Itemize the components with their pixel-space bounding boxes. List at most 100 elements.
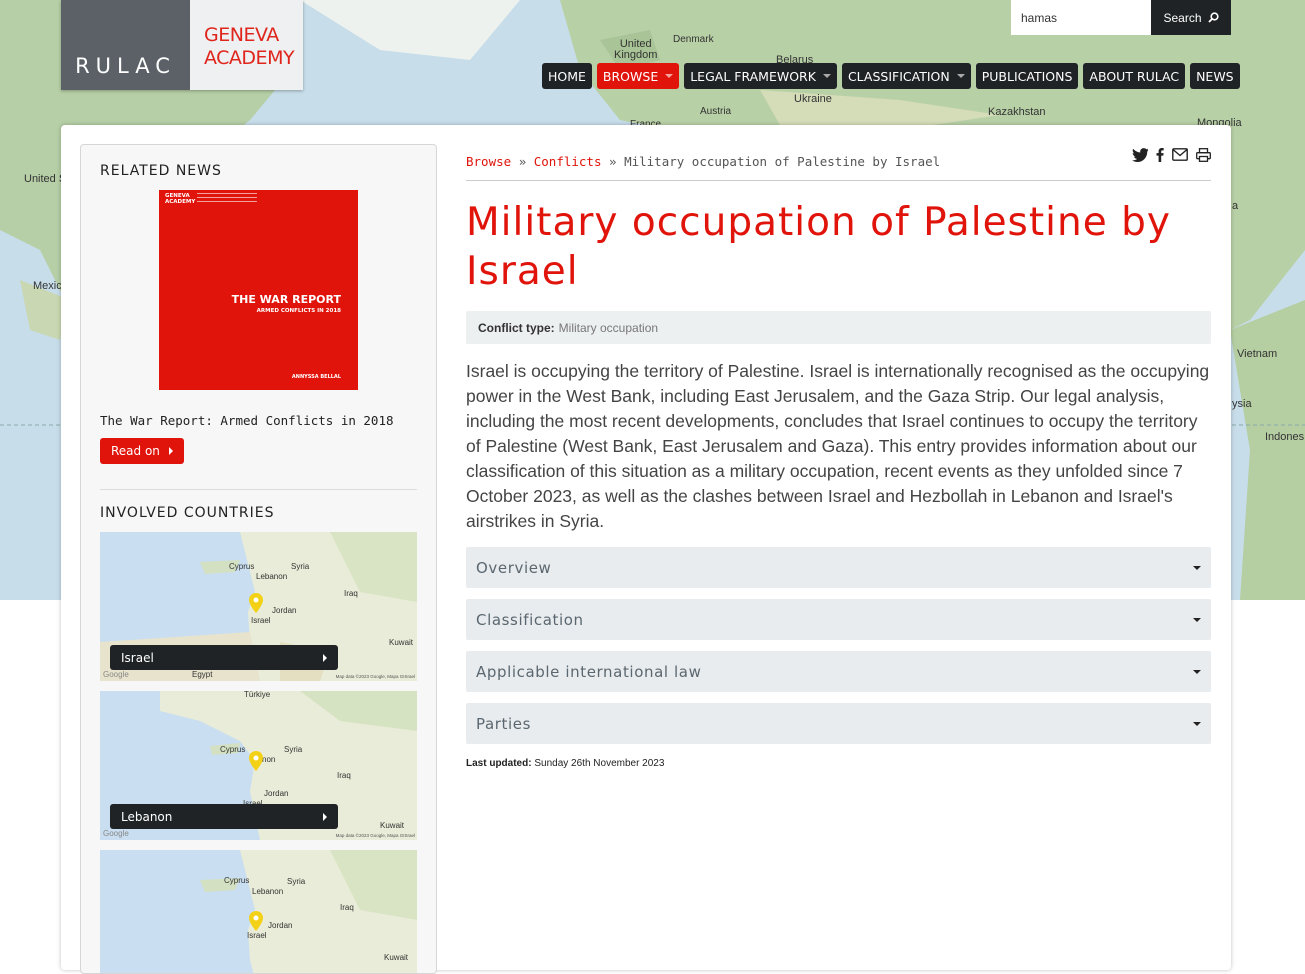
email-icon[interactable]: [1172, 148, 1188, 161]
map-label-austria: Austria: [700, 106, 732, 117]
map-label-iraq: Iraq: [337, 771, 351, 780]
breadcrumb-current: Military occupation of Palestine by Isra…: [624, 154, 941, 169]
nav-item-label: HOME: [548, 68, 586, 84]
nav-item-label: CLASSIFICATION: [847, 68, 950, 84]
main-nav: HOME BROWSE LEGAL FRAMEWORK CLASSIFICATION P…: [542, 63, 1240, 89]
content-card: RELATED NEWS GENEVA ACADEMY THE WAR REPO…: [61, 125, 1231, 974]
caret-down-icon: [665, 74, 674, 78]
chevron-right-icon: [323, 812, 327, 821]
nav-item-publications[interactable]: PUBLICATIONS: [975, 63, 1079, 89]
breadcrumb-divider: [466, 180, 1211, 181]
cover-subtitle: ARMED CONFLICTS IN 2018: [256, 308, 341, 314]
news-title[interactable]: The War Report: Armed Conflicts in 2018: [100, 413, 394, 428]
sidebar-divider: [100, 489, 417, 490]
map-pin-icon: [249, 911, 263, 931]
facebook-icon[interactable]: [1156, 148, 1164, 162]
page-title: Military occupation of Palestine by Isra…: [466, 200, 1171, 294]
cover-logo: GENEVA ACADEMY: [165, 193, 196, 205]
caret-down-icon: [1193, 669, 1201, 674]
country-button-lebanon[interactable]: Lebanon: [110, 804, 338, 829]
map-label-iraq: Iraq: [344, 589, 358, 598]
map-label-israel: Israel: [251, 616, 271, 625]
map-label-turkiye: Türkiye: [244, 691, 271, 699]
last-updated: Last updated: Sunday 26th November 2023: [466, 758, 664, 769]
map-label-lebanon: Lebanon: [252, 887, 284, 896]
country-button-israel[interactable]: Israel: [110, 645, 338, 670]
map-label-kuwait: Kuwait: [389, 638, 414, 647]
map-label-kazakhstan: Kazakhstan: [988, 106, 1046, 118]
country-name: Lebanon: [121, 809, 173, 824]
chevron-right-icon: [323, 653, 327, 662]
search-icon: [1207, 12, 1219, 23]
geneva-logo-line1: GENEVA: [204, 24, 279, 46]
google-logo: Google: [103, 829, 129, 838]
cover-author: ANNYSSA BELLAL: [291, 374, 341, 380]
breadcrumb-conflicts[interactable]: Conflicts: [534, 154, 602, 169]
rulac-logo-text: RULAC: [61, 0, 190, 90]
map-pin-icon: [249, 751, 263, 771]
map-label-lebanon: non: [262, 755, 276, 764]
nav-item-home[interactable]: HOME: [542, 63, 592, 89]
share-icons: [1132, 148, 1211, 162]
map-label-kuwait: Kuwait: [384, 953, 409, 962]
map-label-east-asia: a: [1232, 200, 1239, 212]
nav-item-label: NEWS: [1196, 68, 1234, 84]
cover-title: THE WAR REPORT: [231, 293, 341, 306]
last-updated-value: Sunday 26th November 2023: [534, 758, 665, 769]
war-report-cover-image[interactable]: GENEVA ACADEMY THE WAR REPORT ARMED CONF…: [159, 190, 358, 390]
sidebar: RELATED NEWS GENEVA ACADEMY THE WAR REPO…: [80, 144, 437, 974]
country-map-israel[interactable]: Cyprus Syria Lebanon Iraq Jordan Israel …: [100, 532, 417, 681]
search-button[interactable]: Search: [1151, 0, 1231, 35]
twitter-icon[interactable]: [1132, 148, 1148, 162]
cover-decorative-lines: [197, 193, 257, 205]
accordion-classification[interactable]: Classification: [466, 599, 1211, 640]
accordion-overview[interactable]: Overview: [466, 547, 1211, 588]
accordion-parties[interactable]: Parties: [466, 703, 1211, 744]
conflict-type-label: Conflict type:: [478, 320, 555, 335]
map-label-syria: Syria: [287, 877, 306, 886]
nav-item-browse[interactable]: BROWSE: [596, 63, 680, 89]
nav-item-classification[interactable]: CLASSIFICATION: [841, 63, 971, 89]
country-map-palestine[interactable]: Cyprus Syria Lebanon Iraq Jordan Israel …: [100, 850, 417, 973]
nav-item-label: BROWSE: [602, 68, 659, 84]
country-map-lebanon[interactable]: Türkiye Cyprus Syria non Iraq Jordan Isr…: [100, 691, 417, 840]
accordion-label: Classification: [476, 610, 584, 629]
map-label-malaysia: ysia: [1232, 398, 1252, 410]
country-name: Israel: [121, 650, 154, 665]
read-on-button[interactable]: Read on: [100, 438, 184, 464]
map-label-cyprus: Cyprus: [224, 876, 250, 885]
breadcrumb-separator: »: [609, 154, 617, 169]
map-label-lebanon: Lebanon: [256, 572, 288, 581]
accordion-applicable-international-law[interactable]: Applicable international law: [466, 651, 1211, 692]
map-label-indonesia: Indones: [1265, 431, 1305, 443]
map-label-iraq: Iraq: [340, 903, 354, 912]
nav-item-news[interactable]: NEWS: [1190, 63, 1240, 89]
map-label-united-kingdom: United Kingdom: [614, 38, 658, 61]
geneva-academy-logo: GENEVA ACADEMY: [190, 0, 303, 90]
site-logo[interactable]: RULAC GENEVA ACADEMY: [61, 0, 303, 90]
related-news-heading: RELATED NEWS: [100, 163, 222, 179]
nav-item-label: LEGAL FRAMEWORK: [690, 68, 816, 84]
search-input[interactable]: [1011, 0, 1151, 35]
print-icon[interactable]: [1196, 148, 1211, 162]
chevron-right-icon: [168, 447, 173, 455]
breadcrumb-browse[interactable]: Browse: [466, 154, 511, 169]
conflict-type-value[interactable]: Military occupation: [559, 321, 658, 335]
map-label-cyprus: Cyprus: [229, 562, 255, 571]
breadcrumb-separator: »: [518, 154, 527, 169]
map-label-jordan: Jordan: [272, 606, 297, 615]
nav-item-label: ABOUT RULAC: [1089, 68, 1180, 84]
map-label-syria: Syria: [291, 562, 310, 571]
breadcrumb: Browse » Conflicts » Military occupation…: [466, 154, 940, 169]
caret-down-icon: [1193, 565, 1201, 570]
map-label-israel: Israel: [247, 931, 267, 940]
accordion-label: Overview: [476, 558, 552, 577]
map-label-syria: Syria: [284, 745, 303, 754]
caret-down-icon: [956, 74, 965, 78]
conflict-type-bar: Conflict type: Military occupation: [466, 311, 1211, 344]
nav-item-about-rulac[interactable]: ABOUT RULAC: [1083, 63, 1186, 89]
caret-down-icon: [1193, 617, 1201, 622]
map-credit: Map data ©2023 Google, Mapa GISrael: [335, 833, 415, 838]
nav-item-legal-framework[interactable]: LEGAL FRAMEWORK: [684, 63, 837, 89]
map-pin-icon: [249, 593, 263, 613]
